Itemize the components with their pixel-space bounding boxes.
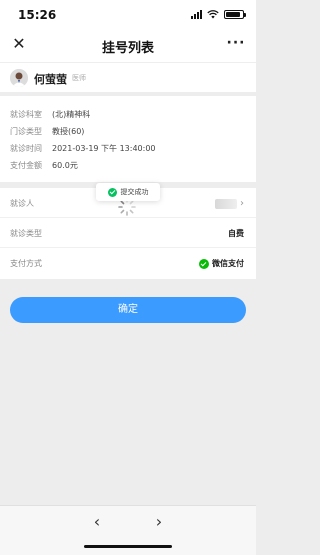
payment-row[interactable]: 支付方式 微信支付 — [0, 248, 256, 278]
info-row-department: 就诊科室 (北)精神科 — [10, 106, 90, 122]
wifi-icon — [207, 9, 219, 18]
patient-value[interactable]: › — [215, 198, 244, 209]
info-value: 2021-03-19 下午 13:40:00 — [52, 143, 156, 153]
payment-label: 支付方式 — [10, 259, 42, 268]
visit-type-value: 自费 — [228, 229, 244, 238]
doctor-avatar — [10, 69, 28, 87]
patient-label: 就诊人 — [10, 199, 34, 208]
info-label: 就诊科室 — [10, 109, 42, 119]
info-label: 支付金额 — [10, 160, 42, 170]
patient-name-redacted — [215, 198, 237, 209]
info-row-visit-time: 就诊时间 2021-03-19 下午 13:40:00 — [10, 140, 156, 156]
info-row-amount: 支付金额 60.0元 — [10, 157, 78, 173]
signal-icon — [191, 9, 202, 19]
info-label: 就诊时间 — [10, 143, 42, 153]
info-value: 教授(60) — [52, 126, 85, 136]
browser-bottom-bar: ‹ › — [0, 505, 256, 555]
info-label: 门诊类型 — [10, 126, 42, 136]
nav-bar: ✕ 挂号列表 ··· — [0, 28, 256, 62]
status-icons — [191, 9, 246, 19]
success-toast: 提交成功 — [96, 183, 160, 201]
visit-type-row: 就诊类型 自费 — [0, 218, 256, 248]
check-circle-icon — [107, 187, 117, 197]
doctor-name: 何萤萤 — [34, 73, 67, 86]
info-value: (北)精神科 — [52, 109, 91, 119]
chevron-right-icon: › — [240, 198, 244, 209]
back-arrow-icon[interactable]: ‹ — [87, 512, 107, 532]
page-title: 挂号列表 — [101, 41, 154, 56]
battery-icon — [224, 9, 246, 19]
more-icon[interactable]: ··· — [226, 34, 246, 52]
info-value: 60.0元 — [52, 160, 78, 170]
visit-type-label: 就诊类型 — [10, 229, 42, 238]
forward-arrow-icon[interactable]: › — [149, 512, 169, 532]
payment-method-text: 微信支付 — [212, 259, 244, 268]
doctor-card: 何萤萤 医师 — [0, 62, 256, 92]
confirm-button[interactable]: 确定 — [10, 297, 246, 323]
wechat-pay-icon — [199, 258, 209, 269]
appointment-info: 就诊科室 (北)精神科 门诊类型 教授(60) 就诊时间 2021-03-19 … — [0, 96, 256, 182]
status-bar: 15:26 — [0, 0, 256, 28]
payment-value[interactable]: 微信支付 — [199, 258, 244, 269]
doctor-title: 医师 — [72, 74, 86, 82]
status-time: 15:26 — [18, 8, 57, 22]
info-row-clinic-type: 门诊类型 教授(60) — [10, 123, 84, 139]
toast-text: 提交成功 — [120, 188, 149, 196]
home-indicator[interactable] — [84, 545, 172, 548]
